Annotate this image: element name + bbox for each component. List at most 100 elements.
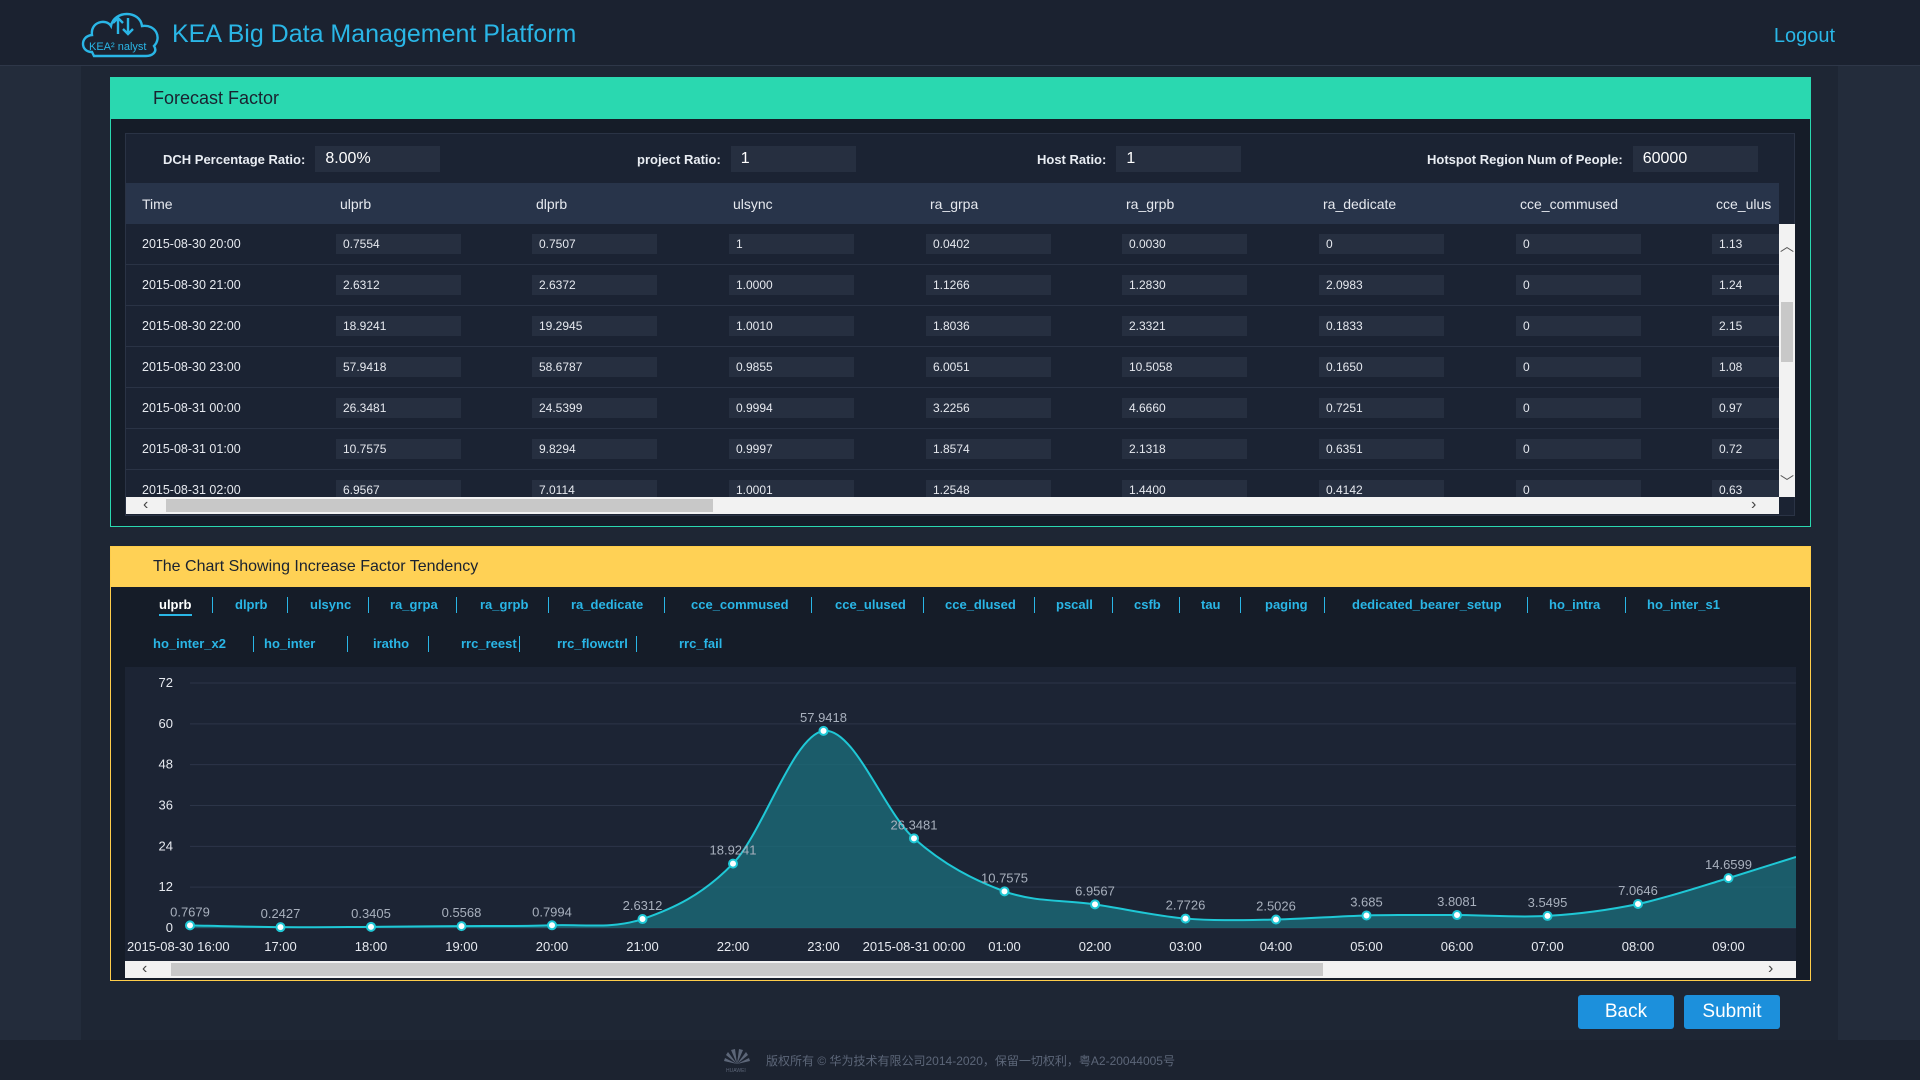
scroll-right-icon[interactable]: › (1768, 960, 1773, 978)
scroll-left-icon[interactable]: ‹ (142, 960, 147, 978)
vertical-scroll-thumb[interactable] (1781, 302, 1793, 362)
tab-ulsync[interactable]: ulsync (310, 597, 351, 612)
value-cell[interactable]: 26.3481 (336, 398, 461, 418)
value-cell[interactable]: 0.7507 (532, 234, 657, 254)
value-cell[interactable]: 0.72 (1712, 439, 1779, 459)
tab-separator (347, 636, 348, 652)
value-cell[interactable]: 0.9855 (729, 357, 854, 377)
value-cell[interactable]: 2.0983 (1319, 275, 1444, 295)
value-cell[interactable]: 0.4142 (1319, 480, 1444, 497)
hotspot-people-input[interactable] (1632, 146, 1758, 172)
value-cell[interactable]: 0.1833 (1319, 316, 1444, 336)
value-cell[interactable]: 1.24 (1712, 275, 1779, 295)
value-cell[interactable]: 2.1318 (1122, 439, 1247, 459)
tab-iratho[interactable]: iratho (373, 636, 409, 651)
tab-cce-dlused[interactable]: cce_dlused (945, 597, 1016, 612)
project-ratio-input[interactable] (730, 146, 856, 172)
tab-csfb[interactable]: csfb (1134, 597, 1161, 612)
tab-paging[interactable]: paging (1265, 597, 1308, 612)
chart-scroll-thumb[interactable] (171, 963, 1323, 976)
value-cell[interactable]: 1.2548 (926, 480, 1051, 497)
scroll-right-icon[interactable]: › (1751, 496, 1756, 514)
tab-ra-grpa[interactable]: ra_grpa (390, 597, 438, 612)
value-cell[interactable]: 1.4400 (1122, 480, 1247, 497)
tab-ho-inter-x2[interactable]: ho_inter_x2 (153, 636, 226, 651)
value-cell[interactable]: 0 (1319, 234, 1444, 254)
value-cell[interactable]: 57.9418 (336, 357, 461, 377)
value-cell[interactable]: 6.9567 (336, 480, 461, 497)
value-cell[interactable]: 1 (729, 234, 854, 254)
value-cell[interactable]: 1.1266 (926, 275, 1051, 295)
value-cell[interactable]: 0.9997 (729, 439, 854, 459)
back-button[interactable]: Back (1578, 995, 1674, 1029)
submit-button[interactable]: Submit (1684, 995, 1780, 1029)
tab-ulprb[interactable]: ulprb (159, 597, 192, 616)
tab-rrc-flowctrl[interactable]: rrc_flowctrl (557, 636, 628, 651)
scroll-up-icon[interactable]: ︿ (1780, 236, 1794, 256)
value-cell[interactable]: 2.6372 (532, 275, 657, 295)
value-cell[interactable]: 24.5399 (532, 398, 657, 418)
value-cell[interactable]: 10.7575 (336, 439, 461, 459)
value-cell[interactable]: 0.7251 (1319, 398, 1444, 418)
value-cell[interactable]: 0.0030 (1122, 234, 1247, 254)
value-cell[interactable]: 4.6660 (1122, 398, 1247, 418)
tab-ho-inter-s1[interactable]: ho_inter_s1 (1647, 597, 1720, 612)
value-cell[interactable]: 0 (1516, 275, 1641, 295)
value-cell[interactable]: 0.97 (1712, 398, 1779, 418)
value-cell[interactable]: 0 (1516, 439, 1641, 459)
tab-rrc-reest[interactable]: rrc_reest (461, 636, 517, 651)
value-cell[interactable]: 3.2256 (926, 398, 1051, 418)
chart-horizontal-scrollbar[interactable]: ‹ › (125, 960, 1796, 978)
tab-tau[interactable]: tau (1201, 597, 1221, 612)
dch-ratio-input[interactable] (315, 146, 441, 172)
value-cell[interactable]: 2.3321 (1122, 316, 1247, 336)
value-cell[interactable]: 0.63 (1712, 480, 1779, 497)
value-cell[interactable]: 19.2945 (532, 316, 657, 336)
value-cell[interactable]: 1.2830 (1122, 275, 1247, 295)
scroll-down-icon[interactable]: ﹀ (1780, 472, 1794, 492)
scroll-left-icon[interactable]: ‹ (143, 496, 148, 514)
value-cell[interactable]: 1.0010 (729, 316, 854, 336)
tab-rrc-fail[interactable]: rrc_fail (679, 636, 722, 651)
value-cell[interactable]: 7.0114 (532, 480, 657, 497)
tab-ho-inter[interactable]: ho_inter (264, 636, 315, 651)
logout-link[interactable]: Logout (1774, 25, 1835, 48)
value-cell[interactable]: 0.0402 (926, 234, 1051, 254)
tab-cce-commused[interactable]: cce_commused (691, 597, 789, 612)
tab-ho-intra[interactable]: ho_intra (1549, 597, 1600, 612)
value-cell[interactable]: 0 (1516, 398, 1641, 418)
value-cell[interactable]: 10.5058 (1122, 357, 1247, 377)
value-cell[interactable]: 1.8574 (926, 439, 1051, 459)
value-cell[interactable]: 1.0001 (729, 480, 854, 497)
value-cell[interactable]: 0.9994 (729, 398, 854, 418)
horizontal-scroll-thumb[interactable] (166, 499, 713, 512)
value-cell[interactable]: 0 (1516, 234, 1641, 254)
value-cell[interactable]: 1.08 (1712, 357, 1779, 377)
value-cell[interactable]: 0.7554 (336, 234, 461, 254)
value-cell[interactable]: 0.6351 (1319, 439, 1444, 459)
host-ratio-input[interactable] (1116, 146, 1242, 172)
tab-ra-dedicate[interactable]: ra_dedicate (571, 597, 643, 612)
value-cell[interactable]: 18.9241 (336, 316, 461, 336)
value-cell[interactable]: 2.15 (1712, 316, 1779, 336)
value-cell[interactable]: 1.8036 (926, 316, 1051, 336)
vertical-scrollbar[interactable]: ︿ ﹀ (1779, 224, 1795, 497)
value-cell[interactable]: 1.13 (1712, 234, 1779, 254)
horizontal-scrollbar[interactable]: ‹ › (126, 496, 1779, 514)
tab-ra-grpb[interactable]: ra_grpb (480, 597, 528, 612)
value-cell[interactable]: 0 (1516, 316, 1641, 336)
tab-dlprb[interactable]: dlprb (235, 597, 268, 612)
tab-dedicated-bearer-setup[interactable]: dedicated_bearer_setup (1352, 597, 1502, 612)
value-cell[interactable]: 0.1650 (1319, 357, 1444, 377)
data-point (185, 920, 195, 931)
value-cell[interactable]: 6.0051 (926, 357, 1051, 377)
tab-cce-ulused[interactable]: cce_ulused (835, 597, 906, 612)
value-cell[interactable]: 9.8294 (532, 439, 657, 459)
tab-pscall[interactable]: pscall (1056, 597, 1093, 612)
time-cell: 2015-08-31 00:00 (142, 401, 241, 415)
value-cell[interactable]: 0 (1516, 480, 1641, 497)
value-cell[interactable]: 1.0000 (729, 275, 854, 295)
value-cell[interactable]: 58.6787 (532, 357, 657, 377)
value-cell[interactable]: 0 (1516, 357, 1641, 377)
value-cell[interactable]: 2.6312 (336, 275, 461, 295)
